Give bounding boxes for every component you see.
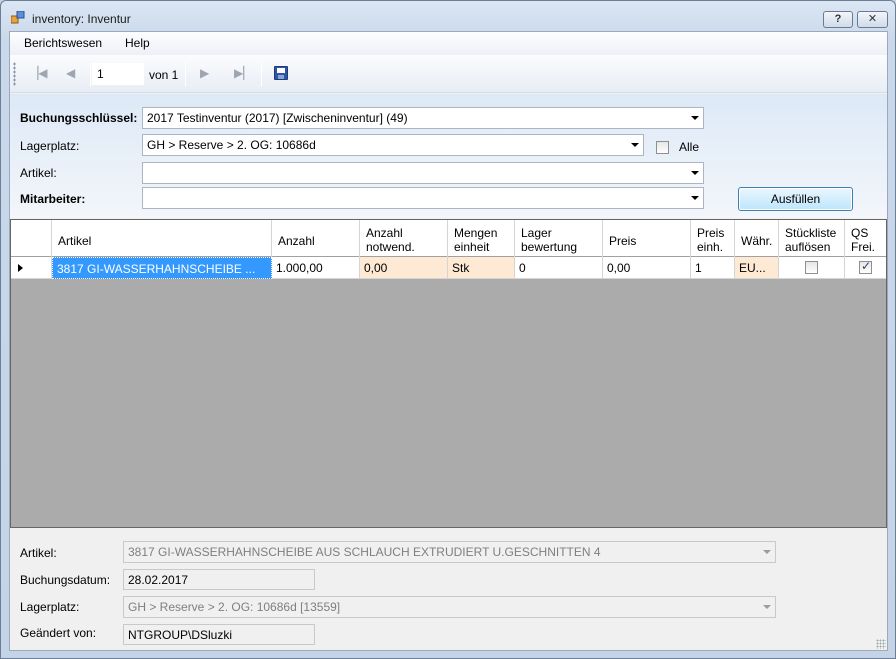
app-icon — [11, 11, 25, 24]
ausfuellen-button[interactable]: Ausfüllen — [738, 187, 853, 211]
menu-item-help[interactable]: Help — [125, 36, 150, 50]
previous-record-icon[interactable]: ◀ — [66, 66, 75, 80]
column-header-text: Währ. — [741, 234, 773, 248]
column-header-text: einh. — [697, 240, 724, 254]
stueckliste-aufloesen-checkbox[interactable] — [805, 261, 818, 274]
detail-lagerplatz-combo: GH > Reserve > 2. OG: 10686d [13559] — [123, 596, 776, 618]
column-header-waehrung[interactable]: Währ. — [735, 220, 779, 257]
buchungsschluessel-combo[interactable]: 2017 Testinventur (2017) [Zwischeninvent… — [142, 107, 704, 129]
buchungsdatum-field: 28.02.2017 — [123, 569, 315, 590]
column-header-mengeneinheit[interactable]: Mengen einheit — [448, 220, 515, 257]
record-position-input[interactable] — [92, 63, 144, 85]
title-bar[interactable]: inventory: Inventur ? ✕ — [1, 1, 895, 31]
application-window: inventory: Inventur ? ✕ Berichtswesen He… — [0, 0, 896, 659]
column-header-lagerbewertung[interactable]: Lager bewertung — [515, 220, 603, 257]
window-title: inventory: Inventur — [32, 12, 131, 26]
detail-artikel-value: 3817 GI-WASSERHAHNSCHEIBE AUS SCHLAUCH E… — [128, 545, 601, 559]
column-header-text: einheit — [454, 240, 490, 254]
save-icon[interactable] — [274, 66, 288, 80]
toolbar-grip[interactable] — [13, 62, 16, 86]
column-header-qs-frei[interactable]: QS Frei. — [845, 220, 886, 257]
lagerplatz-filter-combo[interactable]: GH > Reserve > 2. OG: 10686d — [142, 134, 644, 156]
column-header-text: Preis — [609, 234, 637, 248]
detail-artikel-combo: 3817 GI-WASSERHAHNSCHEIBE AUS SCHLAUCH E… — [123, 541, 776, 563]
cell-anzahl[interactable]: 1.000,00 — [272, 257, 360, 279]
chevron-down-icon[interactable] — [631, 143, 639, 147]
current-row-arrow-icon — [18, 264, 23, 272]
table-row[interactable]: 3817 GI-WASSERHAHNSCHEIBE ... 1.000,00 0… — [11, 257, 886, 279]
detail-artikel-label: Artikel: — [20, 546, 57, 560]
column-header-text: Artikel — [58, 234, 92, 248]
row-header-corner — [11, 220, 52, 257]
cell-mengeneinheit[interactable]: Stk — [448, 257, 515, 279]
toolbar-separator — [90, 62, 91, 86]
alle-label: Alle — [679, 140, 700, 154]
geaendert-von-field: NTGROUP\DSluzki — [123, 624, 315, 645]
record-count-label: von 1 — [149, 68, 179, 82]
qs-frei-checkbox[interactable] — [859, 259, 872, 274]
cell-artikel[interactable]: 3817 GI-WASSERHAHNSCHEIBE ... — [52, 257, 272, 279]
column-header-text: Lager — [521, 226, 552, 240]
mitarbeiter-label: Mitarbeiter: — [20, 192, 86, 206]
column-header-artikel[interactable]: Artikel — [52, 220, 272, 257]
column-header-preis-einh[interactable]: Preis einh. — [691, 220, 735, 257]
form-client-area: Berichtswesen Help ▕◀ ◀ von 1 ▶ ▶▏ Buchu… — [9, 31, 888, 651]
artikel-filter-combo[interactable] — [142, 162, 704, 184]
inventory-grid[interactable]: Artikel Anzahl Anzahl notwend. Mengen einh… — [10, 219, 887, 528]
column-header-text: notwend. — [366, 240, 415, 254]
mitarbeiter-combo[interactable] — [142, 187, 704, 209]
chevron-down-icon[interactable] — [691, 171, 699, 175]
help-button[interactable]: ? — [823, 11, 853, 28]
buchungsschluessel-label: Buchungsschlüssel: — [20, 111, 138, 125]
chevron-down-icon — [763, 605, 771, 609]
column-header-text: Mengen — [454, 226, 498, 240]
grid-header: Artikel Anzahl Anzahl notwend. Mengen einh… — [11, 220, 886, 257]
last-record-icon[interactable]: ▶▏ — [234, 66, 252, 80]
cell-lagerbewertung[interactable]: 0 — [515, 257, 603, 279]
lagerplatz-filter-label: Lagerplatz: — [20, 139, 80, 153]
alle-checkbox[interactable] — [656, 141, 669, 154]
cell-stueckliste-aufloesen[interactable] — [779, 257, 845, 279]
first-record-icon[interactable]: ▕◀ — [29, 66, 47, 80]
column-header-stueckliste-aufloesen[interactable]: Stückliste auflösen — [779, 220, 845, 257]
chevron-down-icon[interactable] — [691, 116, 699, 120]
column-header-text: Frei. — [851, 240, 875, 254]
navigation-toolbar: ▕◀ ◀ von 1 ▶ ▶▏ — [10, 55, 887, 93]
menu-bar: Berichtswesen Help — [10, 32, 887, 54]
column-header-anzahl[interactable]: Anzahl — [272, 220, 360, 257]
next-record-icon[interactable]: ▶ — [200, 66, 209, 80]
toolbar-separator — [185, 62, 186, 86]
column-header-text: auflösen — [785, 240, 831, 254]
close-button[interactable]: ✕ — [857, 11, 888, 28]
buchungsdatum-label: Buchungsdatum: — [20, 573, 111, 587]
column-header-text: Preis — [697, 226, 725, 240]
geaendert-von-label: Geändert von: — [20, 626, 97, 640]
lagerplatz-filter-value: GH > Reserve > 2. OG: 10686d — [147, 138, 316, 152]
cell-waehrung[interactable]: EU... — [735, 257, 779, 279]
column-header-anzahl-notwend[interactable]: Anzahl notwend. — [360, 220, 448, 257]
row-header[interactable] — [11, 257, 52, 279]
cell-qs-frei[interactable] — [845, 257, 886, 279]
chevron-down-icon[interactable] — [691, 196, 699, 200]
cell-preis-einh[interactable]: 1 — [691, 257, 735, 279]
buchungsschluessel-value: 2017 Testinventur (2017) [Zwischeninvent… — [147, 111, 408, 125]
column-header-text: Anzahl — [366, 226, 403, 240]
column-header-text: Stückliste — [785, 226, 837, 240]
column-header-text: QS — [851, 226, 869, 240]
toolbar-separator — [261, 62, 262, 86]
chevron-down-icon — [763, 550, 771, 554]
resize-grip[interactable] — [876, 639, 886, 649]
cell-preis[interactable]: 0,00 — [603, 257, 691, 279]
detail-lagerplatz-value: GH > Reserve > 2. OG: 10686d [13559] — [128, 600, 341, 614]
detail-lagerplatz-label: Lagerplatz: — [20, 600, 80, 614]
menu-item-berichtswesen[interactable]: Berichtswesen — [24, 36, 102, 50]
cell-anzahl-notwend[interactable]: 0,00 — [360, 257, 448, 279]
column-header-text: bewertung — [521, 240, 578, 254]
artikel-filter-label: Artikel: — [20, 166, 57, 180]
column-header-preis[interactable]: Preis — [603, 220, 691, 257]
column-header-text: Anzahl — [278, 234, 315, 248]
